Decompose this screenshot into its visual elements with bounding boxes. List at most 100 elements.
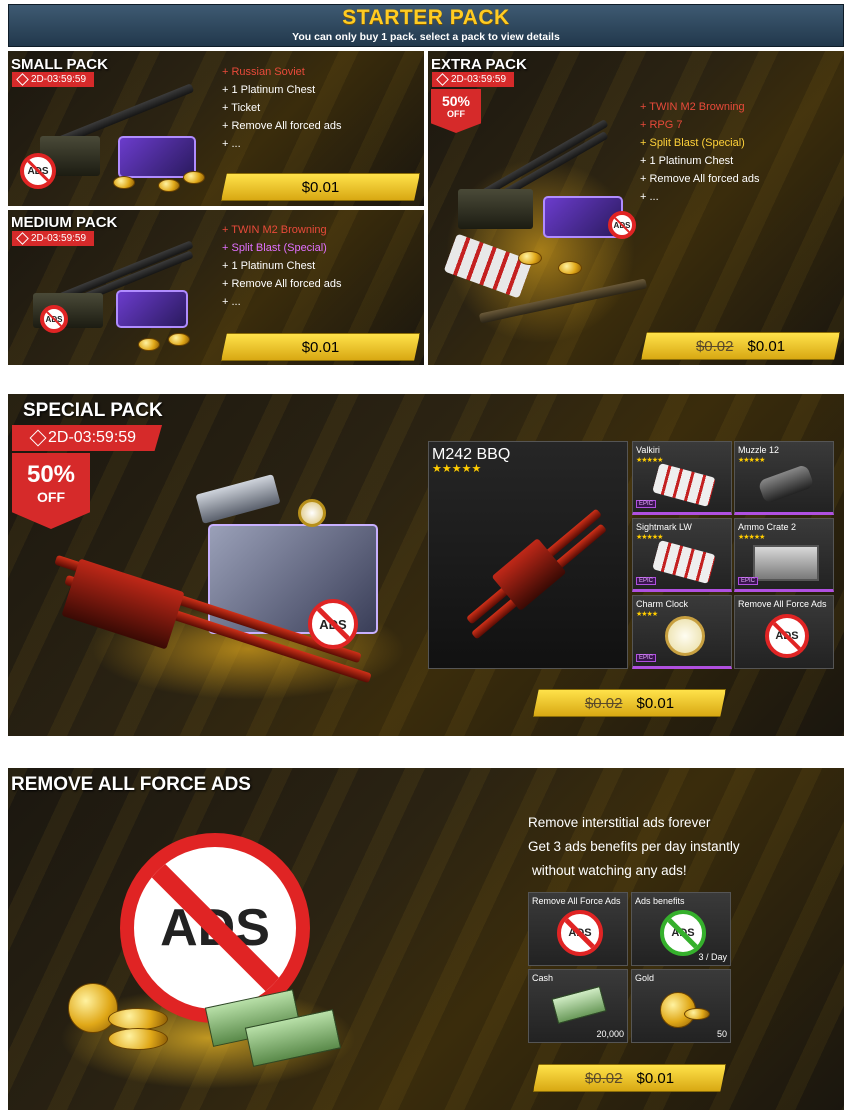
reward-quantity: 3 / Day (698, 952, 727, 962)
special-pack-card[interactable]: SPECIAL PACK 2D-03:59:59 50% OFF ADS M24… (8, 394, 844, 736)
list-item: + Split Blast (Special) (222, 242, 327, 254)
coin-icon (108, 1008, 168, 1030)
clock-icon (665, 616, 705, 656)
reward-name: Sightmark LW (636, 522, 692, 532)
pack-title: SMALL PACK (11, 56, 108, 73)
list-item: + RPG 7 (640, 119, 683, 131)
reward-stars: ★★★★★ (738, 534, 765, 541)
price-label: $0.01 (301, 338, 340, 356)
list-item: + 1 Platinum Chest (640, 155, 734, 167)
main-item-cell[interactable]: M242 BBQ ★★★★★ (428, 441, 628, 669)
reward-cell[interactable]: Sightmark LW ★★★★★ EPIC (632, 518, 732, 592)
small-pack-card[interactable]: SMALL PACK 2D-03:59:59 ADS + Russian Sov… (8, 51, 424, 206)
pack-timer: 2D-03:59:59 (12, 425, 163, 451)
remove-ads-illustration: ADS (48, 813, 368, 1103)
buy-button[interactable]: $0.02 $0.01 (641, 332, 840, 360)
list-item: + Remove All forced ads (222, 120, 342, 132)
reward-cell[interactable]: Muzzle 12 ★★★★★ (734, 441, 834, 515)
list-item: + 1 Platinum Chest (222, 84, 316, 96)
list-item: + Remove All forced ads (640, 173, 760, 185)
rarity-tag: EPIC (636, 654, 657, 662)
ammo-crate-icon (753, 545, 819, 581)
reward-cell[interactable]: Ads benefits ADS 3 / Day (631, 892, 731, 966)
rarity-tag: EPIC (738, 577, 759, 585)
pack-title: MEDIUM PACK (11, 214, 118, 231)
price-label: $0.01 (301, 178, 340, 196)
missile-icon (652, 463, 716, 507)
reward-cell[interactable]: Cash 20,000 (528, 969, 628, 1043)
list-item: + 1 Platinum Chest (222, 260, 316, 272)
list-item: + ... (640, 191, 659, 203)
old-price-label: $0.02 (584, 1069, 623, 1087)
ads-benefit-icon: ADS (660, 910, 706, 956)
reward-cell[interactable]: Remove All Force Ads ADS (734, 595, 834, 669)
reward-cell[interactable]: Gold 50 (631, 969, 731, 1043)
reward-name: Charm Clock (636, 599, 689, 609)
reward-name: Ads benefits (635, 896, 685, 906)
price-label: $0.01 (636, 694, 675, 712)
clock-icon (29, 429, 47, 447)
reward-quantity: 20,000 (596, 1029, 624, 1039)
pack-contents: + TWIN M2 Browning + RPG 7 + Split Blast… (640, 98, 760, 206)
buy-button[interactable]: $0.01 (221, 333, 420, 361)
old-price-label: $0.02 (695, 337, 734, 355)
reward-stars: ★★★★ (636, 611, 658, 618)
no-ads-icon: ADS (308, 599, 358, 649)
buy-button[interactable]: $0.02 $0.01 (533, 689, 726, 717)
old-price-label: $0.02 (584, 694, 623, 712)
remove-ads-card[interactable]: REMOVE ALL FORCE ADS ADS Remove intersti… (8, 768, 844, 1110)
coin-icon (113, 176, 135, 189)
chest-icon (116, 290, 188, 328)
buy-button[interactable]: $0.02 $0.01 (533, 1064, 726, 1092)
clock-icon (16, 73, 29, 86)
coin-icon (684, 1008, 710, 1020)
desc-line: without watching any ads! (532, 863, 687, 878)
sightmark-icon (652, 540, 716, 584)
reward-name: Ammo Crate 2 (738, 522, 797, 532)
special-pack-illustration: ADS (48, 464, 418, 729)
price-label: $0.01 (636, 1069, 675, 1087)
medium-pack-illustration: ADS (18, 240, 218, 363)
list-item: + ... (222, 138, 241, 150)
timer-text: 2D-03:59:59 (31, 233, 87, 244)
list-item: + TWIN M2 Browning (640, 101, 745, 113)
pack-title: EXTRA PACK (431, 56, 527, 73)
reward-cell[interactable]: Valkiri ★★★★★ EPIC (632, 441, 732, 515)
reward-name: Gold (635, 973, 655, 983)
clock-icon (298, 499, 326, 527)
list-item: + ... (222, 296, 241, 308)
reward-cell[interactable]: Ammo Crate 2 ★★★★★ EPIC (734, 518, 834, 592)
gun-icon (61, 558, 185, 650)
list-item: + Russian Soviet (222, 66, 305, 78)
list-item: + Remove All forced ads (222, 278, 342, 290)
timer-text: 2D-03:59:59 (48, 429, 137, 446)
reward-stars: ★★★★★ (738, 457, 765, 464)
page-title: STARTER PACK (342, 6, 510, 29)
reward-cell[interactable]: Charm Clock ★★★★ EPIC (632, 595, 732, 669)
starter-pack-header: STARTER PACK You can only buy 1 pack. se… (8, 4, 844, 47)
reward-quantity: 50 (716, 1029, 727, 1039)
pack-title: SPECIAL PACK (23, 400, 163, 421)
buy-button[interactable]: $0.01 (221, 173, 420, 201)
pack-contents: + Russian Soviet + 1 Platinum Chest + Ti… (222, 63, 342, 153)
coin-icon (158, 179, 180, 192)
reward-cell[interactable]: Remove All Force Ads ADS (528, 892, 628, 966)
extra-pack-illustration: ADS (438, 111, 648, 361)
small-pack-illustration: ADS (18, 83, 218, 201)
no-ads-icon: ADS (765, 614, 809, 658)
chest-icon (118, 136, 196, 178)
pack-timer: 2D-03:59:59 (432, 72, 515, 87)
timer-text: 2D-03:59:59 (31, 74, 87, 85)
reward-name: Remove All Force Ads (738, 599, 827, 609)
desc-line: Get 3 ads benefits per day instantly (528, 839, 740, 854)
coin-icon (108, 1028, 168, 1050)
medium-pack-card[interactable]: MEDIUM PACK 2D-03:59:59 ADS + TWIN M2 Br… (8, 210, 424, 365)
reward-name: Muzzle 12 (738, 445, 780, 455)
coin-icon (168, 333, 190, 346)
desc-line: Remove interstitial ads forever (528, 815, 711, 830)
coin-icon (558, 261, 582, 275)
clock-icon (436, 73, 449, 86)
reward-name: Valkiri (636, 445, 660, 455)
gun-icon (458, 189, 533, 229)
extra-pack-card[interactable]: EXTRA PACK 2D-03:59:59 50% OFF ADS + TWI… (428, 51, 844, 365)
